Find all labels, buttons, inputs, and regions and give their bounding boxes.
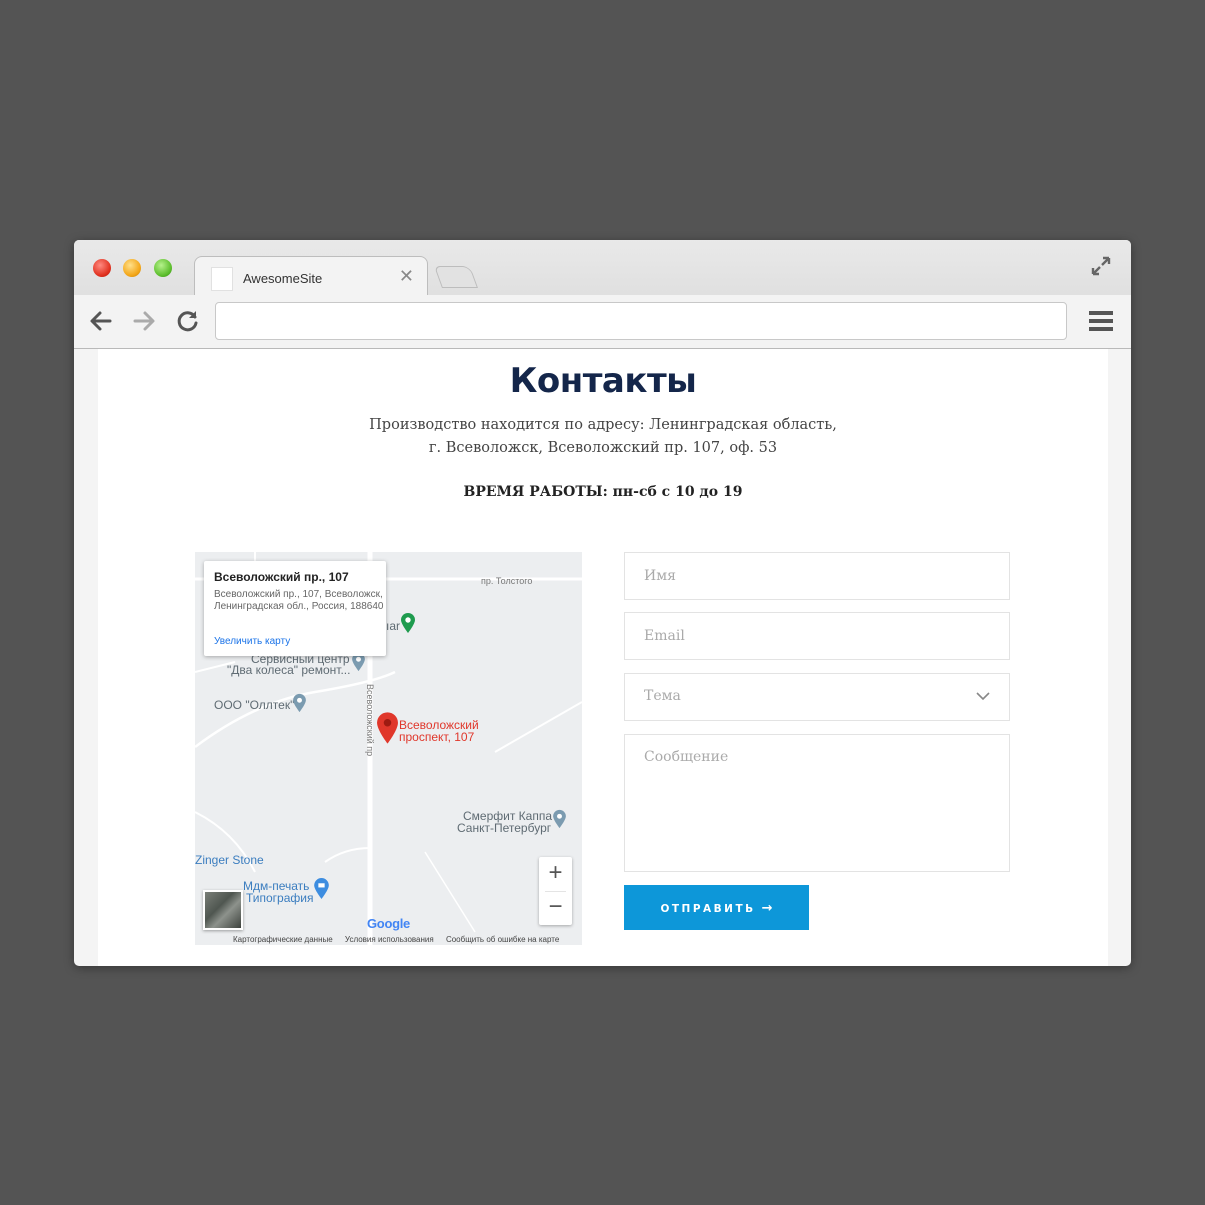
report-error-link[interactable]: Сообщить об ошибке на карте: [446, 935, 559, 944]
maximize-window-button[interactable]: [154, 259, 172, 277]
submit-label: ОТПРАВИТЬ: [660, 903, 756, 915]
map-embed[interactable]: пр. Толстого Всеволожский пр ıar Сервисн…: [195, 552, 582, 945]
enlarge-map-link[interactable]: Увеличить карту: [214, 636, 290, 647]
location-marker-icon[interactable]: [376, 711, 399, 745]
close-tab-icon[interactable]: ✕: [399, 266, 414, 287]
poi-label: ıar: [386, 619, 401, 633]
back-icon[interactable]: [88, 308, 114, 334]
submit-button[interactable]: ОТПРАВИТЬ →: [624, 885, 809, 930]
street-label-vertical: Всеволожский пр: [365, 684, 375, 757]
address-bar[interactable]: [215, 302, 1067, 340]
map-data-link[interactable]: Картографические данные: [233, 935, 333, 944]
map-info-card: Всеволожский пр., 107 Всеволожский пр., …: [204, 561, 386, 656]
street-label: пр. Толстого: [481, 576, 533, 586]
email-field[interactable]: [624, 612, 1010, 660]
company-address: Производство находится по адресу: Ленинг…: [98, 414, 1108, 460]
menu-icon[interactable]: [1088, 310, 1114, 332]
marker-label: проспект, 107: [399, 730, 475, 744]
zoom-in-button[interactable]: +: [539, 857, 572, 891]
satellite-view-toggle[interactable]: [203, 890, 243, 930]
name-field[interactable]: [624, 552, 1010, 600]
arrow-right-icon: →: [761, 901, 773, 916]
tab-title: AwesomeSite: [243, 271, 323, 286]
shop-pin-icon[interactable]: [313, 877, 330, 900]
poi-label: Типография: [246, 891, 314, 905]
reload-icon[interactable]: [175, 308, 201, 334]
poi-label: ООО "Оллтек": [214, 698, 295, 712]
subject-select[interactable]: Тема: [624, 673, 1010, 721]
page-icon: [211, 267, 233, 291]
poi-label: Zinger Stone: [195, 853, 264, 867]
minimize-window-button[interactable]: [123, 259, 141, 277]
address-line-2: г. Всеволожск, Всеволожский пр. 107, оф.…: [428, 440, 778, 456]
info-card-address: Всеволожский пр., 107, Всеволожск, Ленин…: [214, 589, 384, 612]
green-poi-pin-icon[interactable]: [400, 612, 416, 634]
close-window-button[interactable]: [93, 259, 111, 277]
working-hours: ВРЕМЯ РАБОТЫ: пн-сб с 10 до 19: [463, 484, 743, 500]
browser-chrome: AwesomeSite ✕: [74, 240, 1131, 349]
page-content: Контакты Производство находится по адрес…: [98, 349, 1108, 966]
poi-label: Санкт-Петербург: [457, 821, 552, 835]
chevron-down-icon: [976, 692, 990, 701]
info-card-title: Всеволожский пр., 107: [214, 570, 349, 584]
blue-poi-pin-icon[interactable]: [552, 809, 567, 829]
message-field[interactable]: [624, 734, 1010, 872]
blue-poi-pin-icon[interactable]: [292, 693, 307, 713]
fullscreen-icon[interactable]: [1089, 254, 1113, 278]
terms-link[interactable]: Условия использования: [345, 935, 434, 944]
browser-window: AwesomeSite ✕ Контакты Производство нахо…: [74, 240, 1131, 966]
new-tab-button[interactable]: [433, 266, 479, 288]
google-logo: Google: [367, 916, 410, 931]
address-line-1: Производство находится по адресу: Ленинг…: [369, 417, 837, 433]
forward-icon[interactable]: [131, 308, 157, 334]
browser-toolbar: [74, 295, 1131, 348]
subject-select-value: Тема: [644, 688, 681, 704]
map-zoom-control: + −: [539, 857, 572, 925]
poi-label: "Два колеса" ремонт...: [227, 663, 351, 677]
map-footer: Картографические данные Условия использо…: [233, 935, 569, 944]
browser-tab[interactable]: AwesomeSite ✕: [194, 256, 428, 296]
zoom-out-button[interactable]: −: [539, 891, 572, 925]
page-title: Контакты: [509, 361, 697, 401]
